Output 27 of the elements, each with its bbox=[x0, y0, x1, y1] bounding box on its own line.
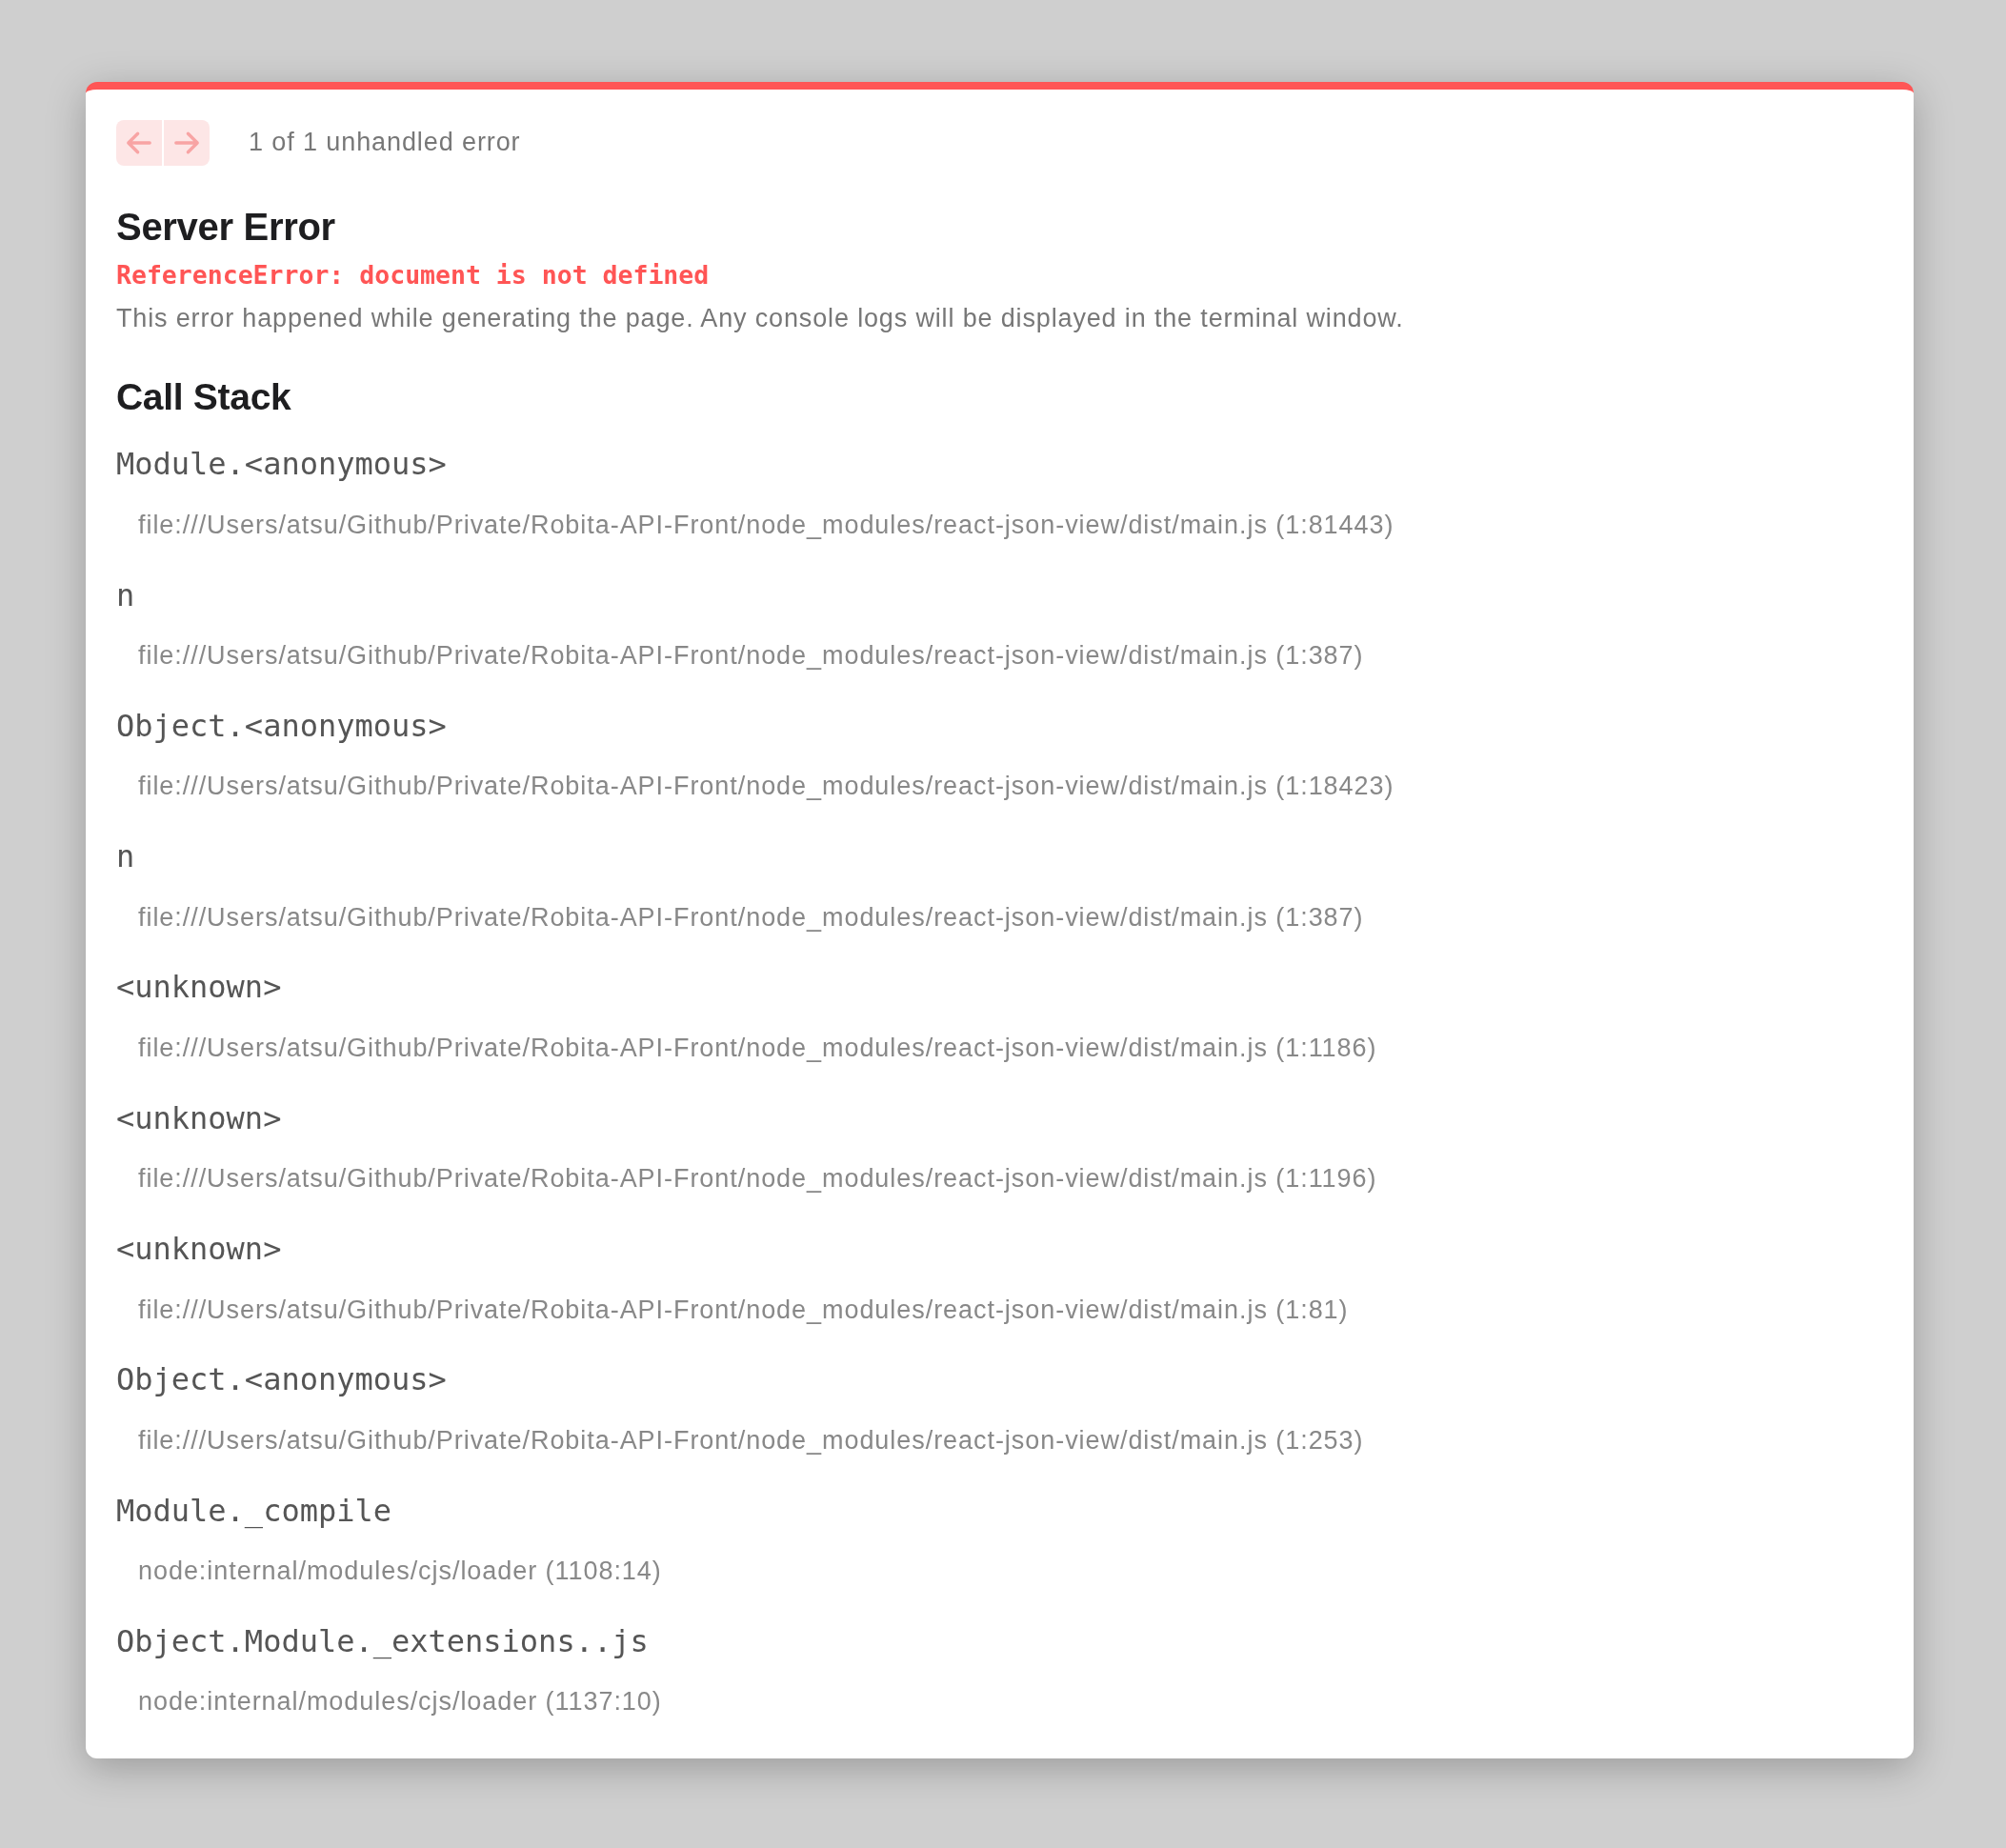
error-description: This error happened while generating the page. Any console logs will be displayed in the terminal window. bbox=[116, 303, 1405, 335]
stack-frame-location: file:///Users/atsu/Github/Private/Robita-API-Front/node_modules/react-json-view/dist/main.js (1:81443) bbox=[138, 509, 1394, 541]
call-stack-heading: Call Stack bbox=[116, 374, 292, 419]
error-message: ReferenceError: document is not defined bbox=[116, 259, 711, 291]
stack-frame-function: <unknown> bbox=[116, 1230, 282, 1269]
stack-frame-location: node:internal/modules/cjs/loader (1108:14) bbox=[138, 1556, 662, 1588]
stack-frame-location: node:internal/modules/cjs/loader (1137:10) bbox=[138, 1686, 662, 1718]
stack-frame-function: n bbox=[116, 575, 135, 615]
stack-frame-location: file:///Users/atsu/Github/Private/Robita-API-Front/node_modules/react-json-view/dist/main.js (1:18423) bbox=[138, 771, 1394, 803]
stack-frame-location: file:///Users/atsu/Github/Private/Robita-API-Front/node_modules/react-json-view/dist/main.js (1:387) bbox=[138, 901, 1364, 934]
left-arrow-icon bbox=[126, 130, 152, 156]
stack-frame-function: Module.<anonymous> bbox=[116, 445, 447, 485]
error-counter: 1 of 1 unhandled error bbox=[249, 127, 521, 159]
right-arrow-icon bbox=[173, 130, 200, 156]
stack-frame-location: file:///Users/atsu/Github/Private/Robita-API-Front/node_modules/react-json-view/dist/main.js (1:1186) bbox=[138, 1033, 1377, 1065]
stack-frame-function: <unknown> bbox=[116, 968, 282, 1008]
stack-frame-location: file:///Users/atsu/Github/Private/Robita-API-Front/node_modules/react-json-view/dist/main.js (1:387) bbox=[138, 640, 1364, 673]
stack-frame-function: Object.<anonymous> bbox=[116, 1360, 447, 1400]
stack-frame-function: Object.<anonymous> bbox=[116, 706, 447, 746]
stack-frame-location: file:///Users/atsu/Github/Private/Robita-API-Front/node_modules/react-json-view/dist/main.js (1:81) bbox=[138, 1294, 1349, 1326]
error-title: Server Error bbox=[116, 205, 336, 250]
stack-frame-location: file:///Users/atsu/Github/Private/Robita-API-Front/node_modules/react-json-view/dist/main.js (1:253) bbox=[138, 1424, 1364, 1456]
stack-frame-function: <unknown> bbox=[116, 1098, 282, 1138]
stack-frame-function: Module._compile bbox=[116, 1491, 391, 1531]
stack-frame-function: n bbox=[116, 837, 135, 877]
stack-frame-location: file:///Users/atsu/Github/Private/Robita-API-Front/node_modules/react-json-view/dist/main.js (1:1196) bbox=[138, 1163, 1377, 1195]
stack-frame-function: Object.Module._extensions..js bbox=[116, 1621, 649, 1661]
